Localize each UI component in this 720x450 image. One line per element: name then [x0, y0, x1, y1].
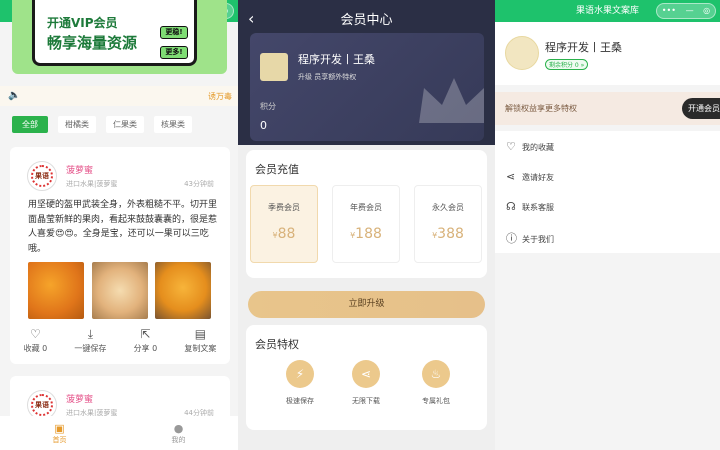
- menu-item-favorites[interactable]: ♡ 我的收藏: [506, 140, 554, 153]
- privileges-title: 会员特权: [255, 338, 299, 351]
- help-icon: ⓘ: [506, 232, 517, 245]
- open-vip-button[interactable]: 开通会员: [682, 98, 720, 119]
- avatar: 果语: [27, 161, 57, 191]
- gift-icon: ♨: [422, 360, 450, 388]
- points-badge[interactable]: 剩余积分 0 »: [545, 59, 589, 70]
- speaker-icon: 🔈: [8, 90, 21, 101]
- post-author: 菠萝蜜: [66, 395, 94, 405]
- post-image-1[interactable]: [28, 262, 84, 319]
- page-title: 会员中心: [340, 13, 393, 28]
- upgrade-hint: 升级 员享额外特权: [298, 73, 357, 81]
- menu-item-invite[interactable]: ⋖ 邀请好友: [506, 170, 554, 183]
- title-bar: 果语水果文案库 ••• — ◎: [495, 0, 720, 22]
- plan-quarterly[interactable]: 季费会员 ¥88: [250, 185, 318, 263]
- points-value: 0: [260, 119, 267, 132]
- nav-mine[interactable]: ● 我的: [119, 416, 238, 450]
- profile-screen: 果语水果文案库 ••• — ◎ 程序开发丨王桑 剩余积分 0 » 解锁权益享更多…: [495, 0, 720, 450]
- menu-item-about[interactable]: ⓘ 关于我们: [506, 230, 554, 246]
- recharge-section: 会员充值 季费会员 ¥88 年费会员 ¥188 永久会员 ¥388: [246, 150, 487, 278]
- headset-icon: ☊: [506, 200, 516, 213]
- notice-bar[interactable]: 🔈 诱万毒: [0, 86, 238, 106]
- download-icon: ⤓: [87, 327, 94, 341]
- banner-badge-1: 更稳!: [160, 26, 188, 39]
- post-time: 43分钟前: [184, 180, 214, 188]
- upgrade-button[interactable]: 立即升级: [248, 291, 485, 318]
- crown-icon: [419, 78, 484, 123]
- heart-icon: ♡: [30, 327, 41, 341]
- points-label: 积分: [260, 102, 276, 111]
- tab-citrus[interactable]: 柑橘类: [58, 116, 96, 133]
- user-icon: ●: [173, 422, 184, 435]
- privileges-section: 会员特权 ⚡ 极速保存 ⋖ 无限下载 ♨ 专属礼包: [246, 325, 487, 430]
- bottom-nav: ▣ 首页 ● 我的: [0, 416, 238, 450]
- notice-text: 诱万毒: [208, 92, 232, 101]
- privilege-gift-pack: ♨ 专属礼包: [406, 360, 466, 406]
- copy-text-button[interactable]: ▤ 复制文案: [184, 327, 216, 354]
- favorite-button[interactable]: ♡ 收藏 0: [24, 327, 48, 354]
- banner-line2: 畅享海量资源: [47, 34, 138, 52]
- plan-yearly[interactable]: 年费会员 ¥188: [332, 185, 400, 263]
- post-actions: ♡ 收藏 0 ⤓ 一键保存 ⇱ 分享 0 ▤ 复制文案: [10, 327, 230, 354]
- copy-icon: ▤: [194, 327, 207, 341]
- user-name: 程序开发丨王桑: [545, 41, 622, 54]
- save-button[interactable]: ⤓ 一键保存: [74, 327, 106, 354]
- post-category: 进口水果|菠萝蜜: [66, 180, 118, 188]
- banner-board: 开通VIP会员 畅享海量资源 更稳! 更多!: [32, 0, 197, 66]
- post-text: 用坚硬的盔甲武装全身，外表粗糙不平。切开里面晶莹新鲜的果肉，看起来鼓鼓囊囊的，很…: [28, 200, 218, 254]
- user-name: 程序开发丨王桑: [298, 53, 375, 66]
- post-image-3[interactable]: [155, 262, 211, 319]
- tab-all[interactable]: 全部: [12, 116, 48, 133]
- banner-line1: 开通VIP会员: [47, 16, 118, 30]
- menu-item-support[interactable]: ☊ 联系客服: [506, 200, 554, 213]
- close-target-icon[interactable]: ◎: [703, 0, 710, 22]
- more-icon[interactable]: •••: [662, 0, 676, 22]
- nav-home[interactable]: ▣ 首页: [0, 416, 119, 450]
- privilege-fast-save: ⚡ 极速保存: [270, 360, 330, 406]
- member-center-screen: ‹ 会员中心 程序开发丨王桑 升级 员享额外特权 积分 0 会员充值 季费会员 …: [238, 0, 495, 450]
- heart-icon: ♡: [506, 140, 516, 153]
- post-image-2[interactable]: [92, 262, 148, 319]
- lightning-icon: ⚡: [286, 360, 314, 388]
- unlock-banner: 解锁权益享更多特权 开通会员: [495, 92, 720, 125]
- mini-program-capsule[interactable]: ••• — ◎: [656, 3, 716, 19]
- tab-stone[interactable]: 核果类: [154, 116, 192, 133]
- avatar: [505, 36, 539, 70]
- home-icon: ▣: [54, 422, 65, 435]
- share-button[interactable]: ⇱ 分享 0: [134, 327, 158, 354]
- share-icon: ⋖: [506, 170, 516, 183]
- minimize-icon[interactable]: —: [686, 0, 694, 22]
- member-card: 程序开发丨王桑 升级 员享额外特权 积分 0: [250, 33, 484, 141]
- share-icon: ⋖: [352, 360, 380, 388]
- profile-menu: ♡ 我的收藏 ⋖ 邀请好友 ☊ 联系客服 ⓘ 关于我们: [495, 131, 720, 253]
- tab-pome[interactable]: 仁果类: [106, 116, 144, 133]
- privilege-unlimited-download: ⋖ 无限下载: [336, 360, 396, 406]
- unlock-text: 解锁权益享更多特权: [505, 104, 577, 113]
- app-title: 果语水果文案库: [575, 6, 639, 16]
- avatar: [260, 53, 288, 81]
- category-tabs: 全部 柑橘类 仁果类 核果类: [12, 116, 192, 133]
- vip-banner[interactable]: 开通VIP会员 畅享海量资源 更稳! 更多!: [12, 0, 227, 74]
- post-card[interactable]: 果语 菠萝蜜 进口水果|菠萝蜜 43分钟前 用坚硬的盔甲武装全身，外表粗糙不平。…: [10, 147, 230, 364]
- share-icon: ⇱: [140, 327, 151, 341]
- post-author: 菠萝蜜: [66, 166, 94, 176]
- recharge-title: 会员充值: [255, 163, 299, 176]
- banner-badge-2: 更多!: [160, 46, 188, 59]
- plan-lifetime[interactable]: 永久会员 ¥388: [414, 185, 482, 263]
- profile-header: 程序开发丨王桑 剩余积分 0 »: [495, 22, 720, 85]
- feed-screen: 果语水果文案库 ••• — ◎ 开通VIP会员 畅享海量资源 更稳! 更多! 🔈…: [0, 0, 238, 450]
